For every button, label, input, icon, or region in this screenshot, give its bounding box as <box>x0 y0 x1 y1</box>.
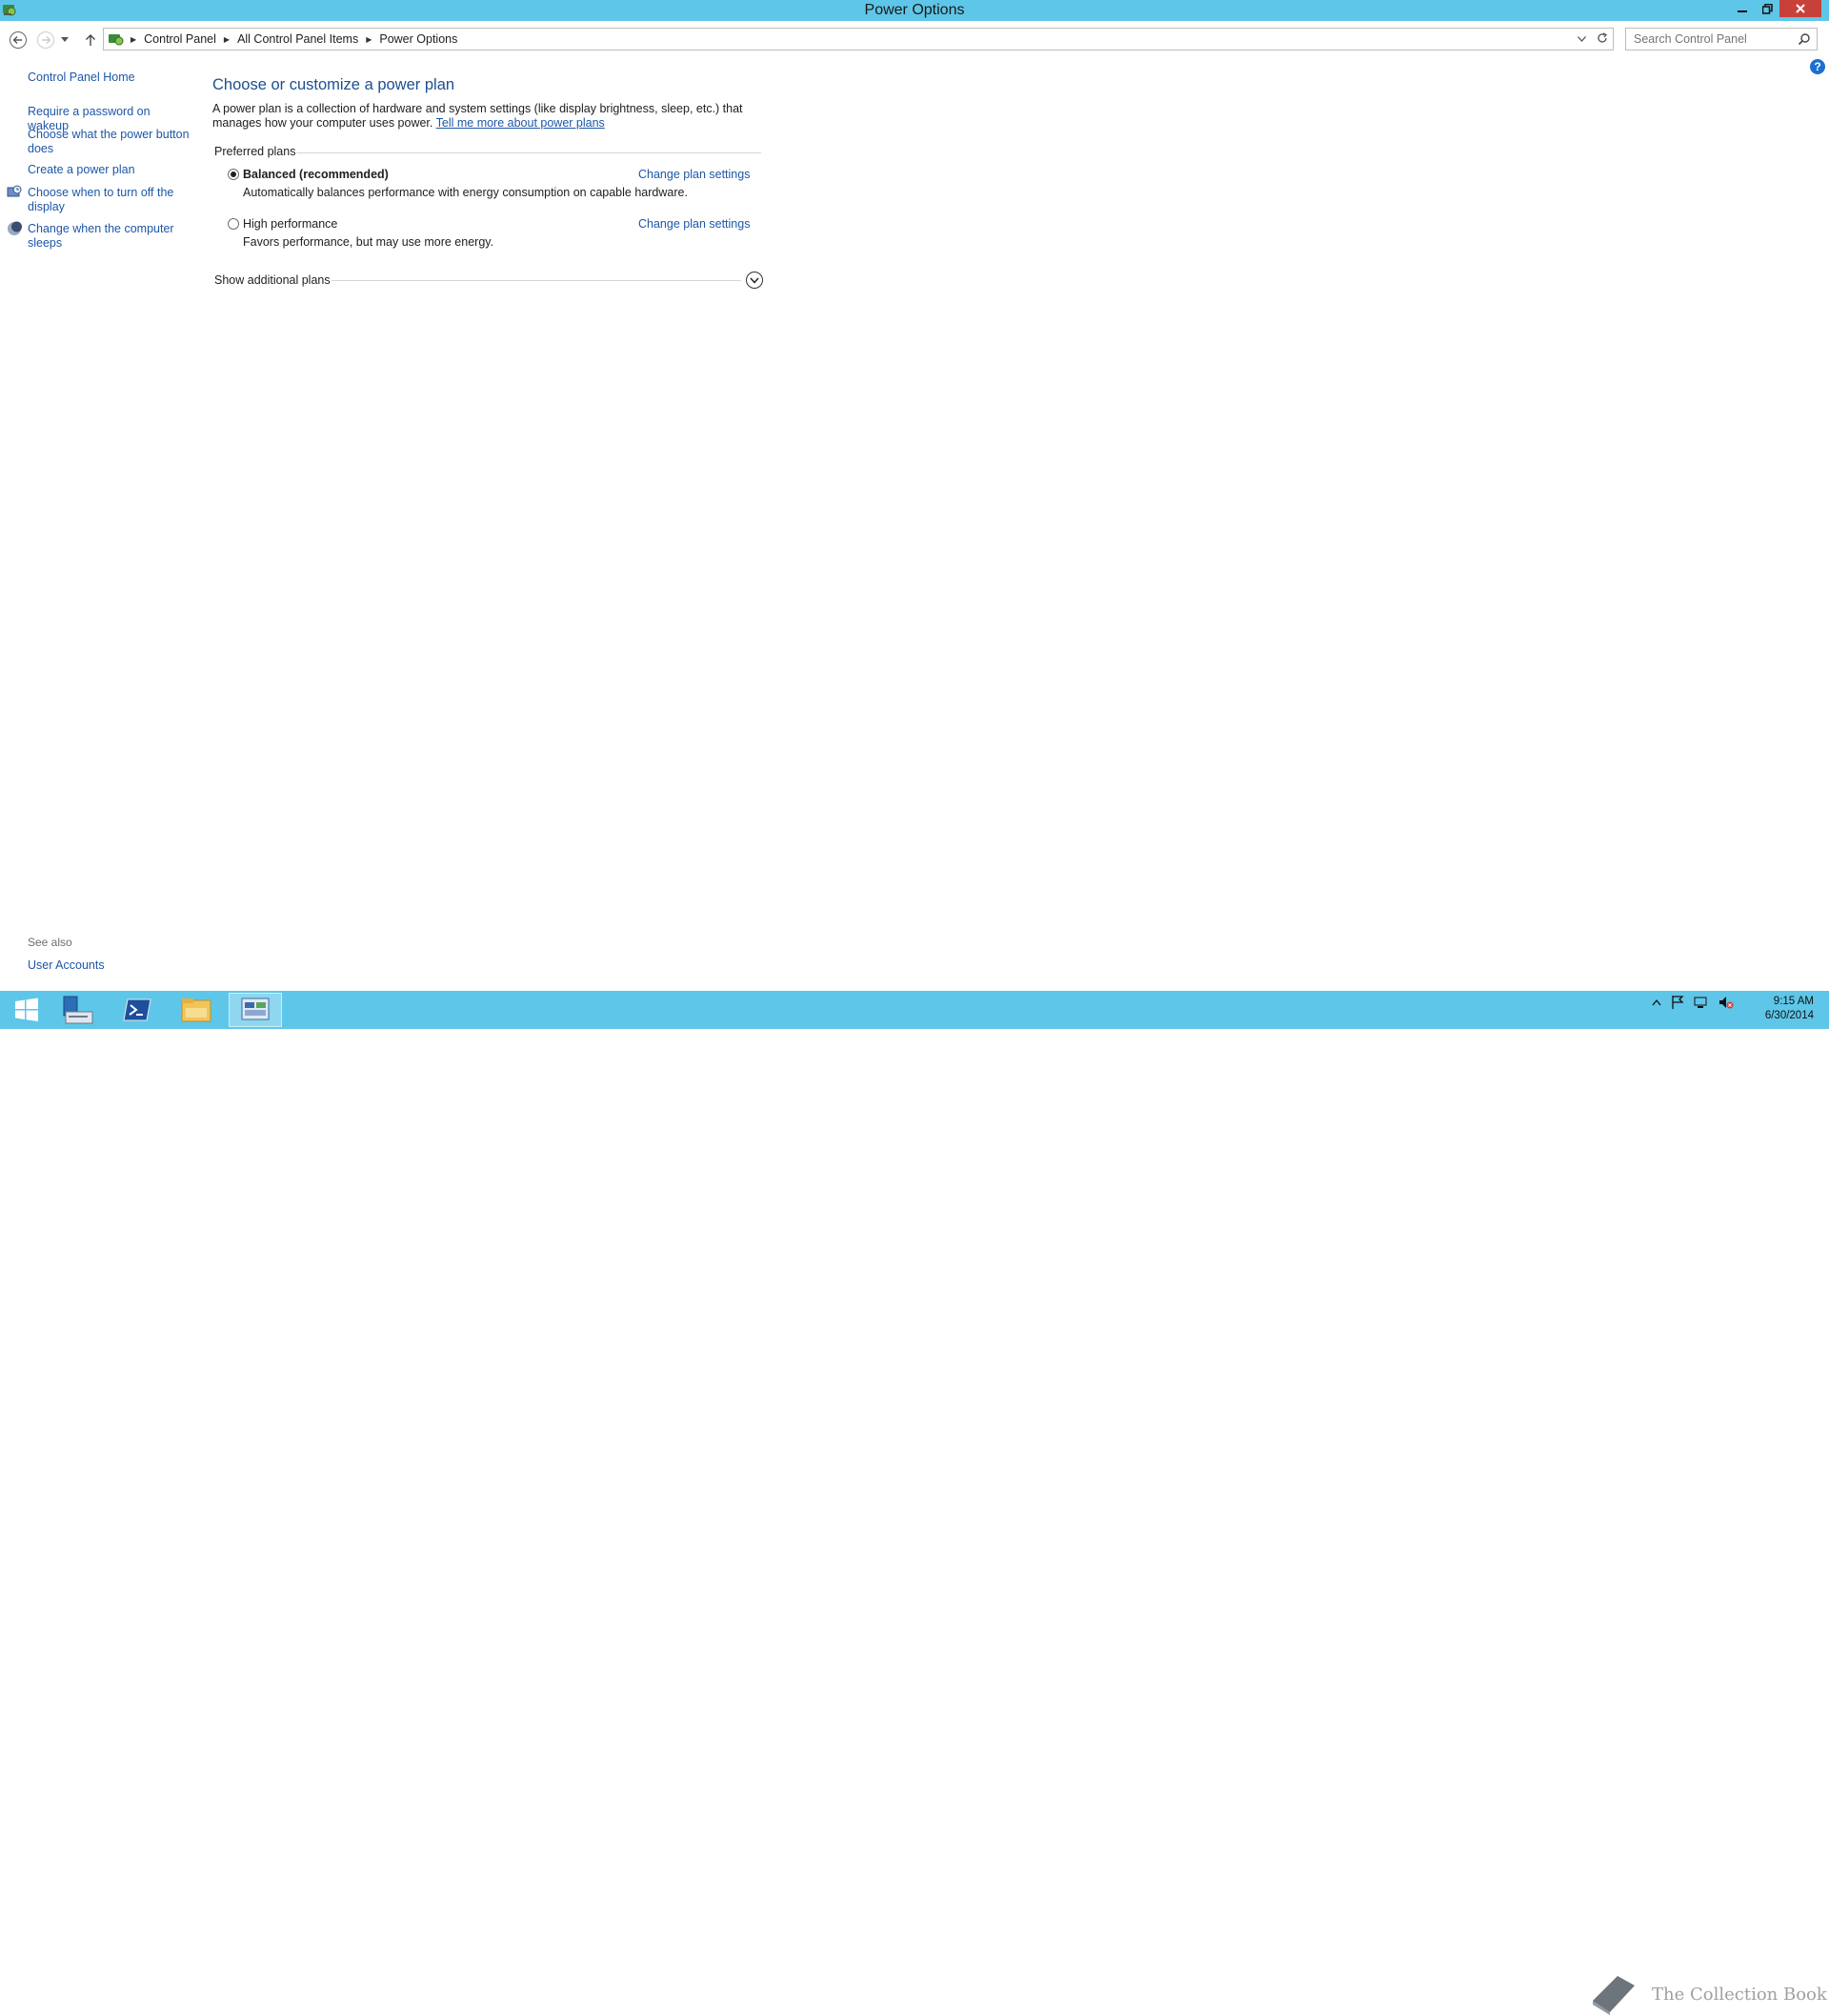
additional-plans-divider <box>332 280 741 281</box>
control-panel-icon <box>109 34 124 46</box>
folder-icon <box>181 998 211 1022</box>
taskbar-server-manager[interactable] <box>51 993 105 1027</box>
chevron-down-icon <box>1577 36 1586 42</box>
refresh-icon <box>1598 31 1608 43</box>
clock-date: 6/30/2014 <box>1764 1010 1814 1021</box>
page-description: A power plan is a collection of hardware… <box>212 102 774 131</box>
taskbar-powershell[interactable] <box>111 993 164 1027</box>
chevron-down-icon <box>750 277 759 284</box>
high-performance-plan-name[interactable]: High performance <box>243 217 337 231</box>
control-panel-home-link[interactable]: Control Panel Home <box>28 71 190 85</box>
balanced-change-settings-link[interactable]: Change plan settings <box>638 168 750 181</box>
show-hidden-icons-icon[interactable] <box>1652 998 1661 1006</box>
high-performance-plan-description: Favors performance, but may use more ene… <box>243 235 494 249</box>
search-input[interactable] <box>1626 29 1788 50</box>
network-icon[interactable] <box>1694 996 1709 1009</box>
preferred-plans-divider <box>296 152 761 153</box>
forward-button[interactable] <box>35 30 56 50</box>
up-button[interactable] <box>80 30 101 50</box>
restore-button[interactable] <box>1755 0 1779 17</box>
taskbar: The Collection Book 9:15 AM 6/30/2014 <box>0 991 1829 2015</box>
display-clock-icon <box>7 185 22 197</box>
up-arrow-icon <box>86 34 95 46</box>
chevron-down-icon <box>61 37 69 42</box>
back-button[interactable] <box>8 30 29 50</box>
balanced-plan-description: Automatically balances performance with … <box>243 186 688 199</box>
balanced-plan-name[interactable]: Balanced (recommended) <box>243 168 389 181</box>
search-icon[interactable] <box>1798 32 1811 46</box>
high-performance-plan-radio[interactable] <box>228 218 239 230</box>
system-clock[interactable]: 9:15 AM 6/30/2014 <box>1765 995 1814 1023</box>
show-additional-plans-label[interactable]: Show additional plans <box>214 273 331 287</box>
power-button-link[interactable]: Choose what the power button does <box>28 128 191 156</box>
close-icon <box>1796 4 1805 13</box>
breadcrumb-power-options[interactable]: Power Options <box>379 32 457 46</box>
title-bar: Power Options <box>0 0 1829 21</box>
restore-icon <box>1761 3 1773 14</box>
page-title: Choose or customize a power plan <box>212 76 455 93</box>
help-icon[interactable]: ? <box>1810 59 1825 74</box>
address-actions <box>1571 29 1613 50</box>
system-tray <box>1652 995 1734 1010</box>
volume-muted-icon[interactable] <box>1718 996 1734 1009</box>
navigation-bar: ▶ Control Panel ▶ All Control Panel Item… <box>0 25 1829 53</box>
minimize-icon <box>1738 10 1747 12</box>
address-history-button[interactable] <box>1571 33 1592 45</box>
user-accounts-link[interactable]: User Accounts <box>28 958 105 972</box>
forward-arrow-icon <box>37 31 54 49</box>
preferred-plans-label: Preferred plans <box>214 145 296 158</box>
taskbar-control-panel[interactable] <box>229 993 282 1027</box>
breadcrumb-separator-icon[interactable]: ▶ <box>366 35 372 44</box>
server-manager-icon <box>63 996 93 1024</box>
flag-icon[interactable] <box>1671 995 1684 1010</box>
watermark-text: The Collection Book <box>1652 1984 1827 2005</box>
recent-pages-button[interactable] <box>59 30 70 50</box>
close-button[interactable] <box>1779 0 1821 17</box>
back-arrow-icon <box>10 31 27 49</box>
display-off-link[interactable]: Choose when to turn off the display <box>28 186 180 214</box>
breadcrumb-separator-icon[interactable]: ▶ <box>131 35 136 44</box>
expand-additional-plans-button[interactable] <box>746 272 763 289</box>
see-also-label: See also <box>28 936 72 949</box>
minimize-button[interactable] <box>1730 0 1755 17</box>
window-controls <box>1730 0 1821 19</box>
breadcrumb-control-panel[interactable]: Control Panel <box>144 32 216 46</box>
sleep-moon-icon <box>8 221 22 235</box>
start-button[interactable] <box>0 993 53 1027</box>
computer-sleeps-link[interactable]: Change when the computer sleeps <box>28 222 180 251</box>
powershell-icon <box>123 998 151 1021</box>
balanced-plan-radio[interactable] <box>228 169 239 180</box>
taskbar-file-explorer[interactable] <box>170 993 223 1027</box>
high-performance-change-settings-link[interactable]: Change plan settings <box>638 217 750 231</box>
search-box[interactable] <box>1625 28 1818 50</box>
windows-logo-icon <box>15 998 38 1021</box>
create-power-plan-link[interactable]: Create a power plan <box>28 163 190 177</box>
clock-time: 9:15 AM <box>1773 996 1814 1007</box>
window-title: Power Options <box>864 2 965 18</box>
learn-more-link[interactable]: Tell me more about power plans <box>436 116 605 130</box>
watermark: The Collection Book <box>1589 1972 1827 2016</box>
breadcrumb-all-items[interactable]: All Control Panel Items <box>237 32 358 46</box>
breadcrumb-separator-icon[interactable]: ▶ <box>224 35 230 44</box>
refresh-button[interactable] <box>1592 31 1613 47</box>
control-panel-icon <box>241 998 270 1020</box>
address-bar[interactable]: ▶ Control Panel ▶ All Control Panel Item… <box>103 28 1614 50</box>
book-logo-icon <box>1593 1976 1635 2015</box>
